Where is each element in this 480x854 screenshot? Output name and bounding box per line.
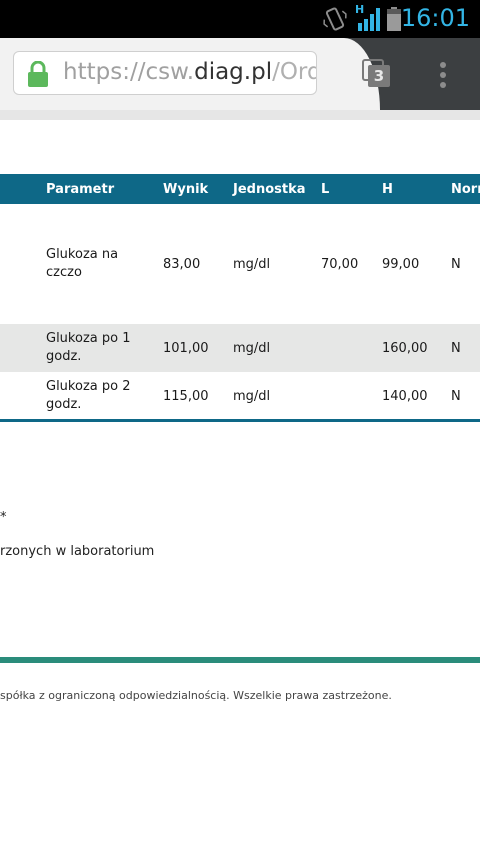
cell-l: 70,00 <box>321 257 359 272</box>
table-row: Glukoza na czczo 83,00 mg/dl 70,00 99,00… <box>0 204 480 324</box>
vibrate-icon <box>323 7 347 31</box>
url-scheme: https:// <box>63 59 146 85</box>
menu-dot <box>440 82 446 88</box>
menu-icon[interactable] <box>432 58 456 92</box>
cell-norma: N <box>451 257 461 272</box>
footer-copyright: spółka z ograniczoną odpowiedzialnością.… <box>0 689 392 702</box>
url-path: /Order <box>272 59 316 85</box>
page-top-divider <box>0 110 480 120</box>
cell-jednostka: mg/dl <box>233 389 271 404</box>
table-header: Parametr Wynik Jednostka L H Norm <box>0 174 480 204</box>
header-parametr: Parametr <box>46 182 115 197</box>
cell-param: Glukoza na czczo <box>46 247 119 280</box>
signal-icon <box>358 8 380 31</box>
cell-wynik: 101,00 <box>163 341 209 356</box>
cell-h: 160,00 <box>382 341 428 356</box>
note-marker: * <box>0 510 7 525</box>
footer-divider <box>0 657 480 663</box>
status-bar: H 16:01 <box>0 0 480 38</box>
battery-icon <box>387 7 401 31</box>
clock: 16:01 <box>400 4 470 32</box>
header-jednostka: Jednostka <box>233 182 306 197</box>
cell-wynik: 83,00 <box>163 257 201 272</box>
cell-jednostka: mg/dl <box>233 257 271 272</box>
header-l: L <box>321 182 330 197</box>
cell-h: 99,00 <box>382 257 420 272</box>
address-bar[interactable]: https://csw.diag.pl/Order <box>13 51 317 95</box>
cell-jednostka: mg/dl <box>233 341 271 356</box>
menu-dot <box>440 62 446 68</box>
table-row: Glukoza po 1 godz. 101,00 mg/dl 160,00 N <box>0 324 480 372</box>
cell-param: Glukoza po 1 godz. <box>46 331 131 364</box>
tabs-count[interactable]: 3 <box>368 65 390 87</box>
table-bottom-border <box>0 419 480 422</box>
table-row: Glukoza po 2 godz. 115,00 mg/dl 140,00 N <box>0 372 480 419</box>
browser-toolbar: https://csw.diag.pl/Order 3 <box>0 38 480 110</box>
header-wynik: Wynik <box>163 182 209 197</box>
menu-dot <box>440 72 446 78</box>
cell-wynik: 115,00 <box>163 389 209 404</box>
url-text[interactable]: https://csw.diag.pl/Order <box>63 59 316 85</box>
cell-param: Glukoza po 2 godz. <box>46 379 131 412</box>
lock-icon <box>28 61 48 87</box>
url-domain: diag.pl <box>194 59 273 85</box>
note-text: rzonych w laboratorium <box>0 544 155 559</box>
header-h: H <box>382 182 393 197</box>
cell-norma: N <box>451 341 461 356</box>
cell-norma: N <box>451 389 461 404</box>
header-norma: Norm <box>451 182 480 197</box>
cell-h: 140,00 <box>382 389 428 404</box>
url-subdomain: csw. <box>145 59 195 85</box>
